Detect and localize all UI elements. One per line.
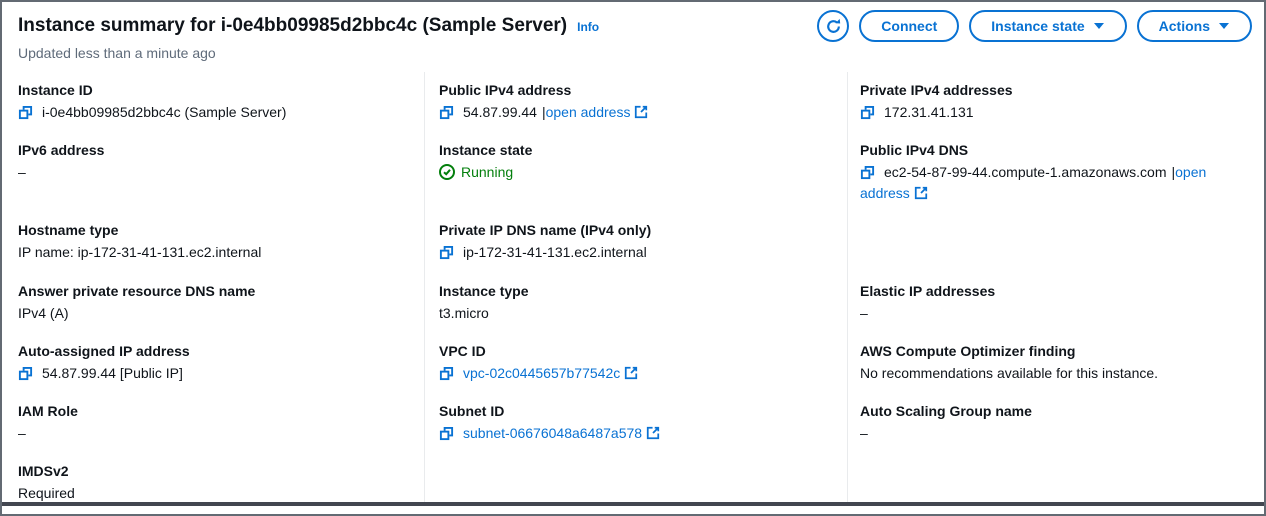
field-label: Auto Scaling Group name	[860, 401, 1252, 421]
field-label: Private IPv4 addresses	[860, 80, 1252, 100]
copy-icon[interactable]	[18, 105, 33, 120]
field-value: 172.31.41.131	[884, 104, 974, 120]
open-address-link[interactable]: open address	[546, 104, 631, 120]
field-label: AWS Compute Optimizer finding	[860, 341, 1252, 361]
field-auto-assigned-ip: Auto-assigned IP address 54.87.99.44 [Pu…	[18, 333, 408, 393]
field-private-ipv4-addresses: Private IPv4 addresses 172.31.41.131	[860, 72, 1252, 132]
vpc-id-link[interactable]: vpc-02c0445657b77542c	[463, 365, 620, 381]
field-instance-type: Instance type t3.micro	[439, 273, 833, 333]
copy-icon[interactable]	[439, 105, 454, 120]
field-value: ec2-54-87-99-44.compute-1.amazonaws.com	[884, 164, 1166, 180]
field-label: Instance state	[439, 140, 833, 160]
field-label: VPC ID	[439, 341, 833, 361]
summary-grid: Instance ID i-0e4bb09985d2bbc4c (Sample …	[2, 72, 1264, 502]
external-link-icon	[914, 186, 928, 200]
field-elastic-ip-addresses: Elastic IP addresses –	[860, 273, 1252, 333]
field-label: Private IP DNS name (IPv4 only)	[439, 220, 833, 240]
instance-summary-panel: Instance summary for i-0e4bb09985d2bbc4c…	[0, 0, 1266, 516]
field-label: IPv6 address	[18, 140, 408, 160]
field-public-ipv4-address: Public IPv4 address 54.87.99.44|open add…	[439, 72, 833, 132]
copy-icon[interactable]	[860, 165, 875, 180]
field-label: Answer private resource DNS name	[18, 281, 408, 301]
copy-icon[interactable]	[439, 426, 454, 441]
field-label: Public IPv4 address	[439, 80, 833, 100]
summary-column-3: Private IPv4 addresses 172.31.41.131 Pub…	[848, 72, 1264, 502]
field-subnet-id: Subnet ID subnet-06676048a6487a578	[439, 393, 833, 453]
field-value: –	[860, 423, 1252, 444]
field-auto-scaling-group-name: Auto Scaling Group name –	[860, 393, 1252, 453]
caret-down-icon	[1218, 22, 1230, 30]
field-label: Auto-assigned IP address	[18, 341, 408, 361]
status-running-icon	[439, 164, 455, 180]
actions-bar: Connect Instance state Actions	[817, 10, 1252, 42]
field-label: IAM Role	[18, 401, 408, 421]
field-value: Required	[18, 483, 408, 504]
field-iam-role: IAM Role –	[18, 393, 408, 453]
field-private-ip-dns-name: Private IP DNS name (IPv4 only) ip-172-3…	[439, 212, 833, 273]
field-label: Public IPv4 DNS	[860, 140, 1252, 160]
field-value: i-0e4bb09985d2bbc4c (Sample Server)	[42, 104, 286, 120]
field-instance-state: Instance state Running	[439, 132, 833, 212]
instance-state-label: Instance state	[991, 18, 1084, 34]
field-value: 54.87.99.44	[463, 104, 537, 120]
external-link-icon	[634, 105, 648, 119]
field-label: Subnet ID	[439, 401, 833, 421]
refresh-button[interactable]	[817, 10, 849, 42]
field-value: IPv4 (A)	[18, 303, 408, 324]
actions-label: Actions	[1159, 18, 1210, 34]
external-link-icon	[624, 366, 638, 380]
instance-state-dropdown[interactable]: Instance state	[969, 10, 1126, 42]
field-public-ipv4-dns: Public IPv4 DNS ec2-54-87-99-44.compute-…	[860, 132, 1252, 273]
field-label: Instance ID	[18, 80, 408, 100]
field-hostname-type: Hostname type IP name: ip-172-31-41-131.…	[18, 212, 408, 273]
updated-timestamp: Updated less than a minute ago	[18, 44, 1248, 62]
summary-column-2: Public IPv4 address 54.87.99.44|open add…	[425, 72, 848, 502]
field-imdsv2: IMDSv2 Required	[18, 453, 408, 504]
instance-state-value: Running	[461, 164, 513, 180]
copy-icon[interactable]	[860, 105, 875, 120]
field-label: Elastic IP addresses	[860, 281, 1252, 301]
refresh-icon	[825, 18, 842, 35]
copy-icon[interactable]	[18, 366, 33, 381]
field-instance-id: Instance ID i-0e4bb09985d2bbc4c (Sample …	[18, 72, 408, 132]
field-label: IMDSv2	[18, 461, 408, 481]
connect-button[interactable]: Connect	[859, 10, 959, 42]
field-vpc-id: VPC ID vpc-02c0445657b77542c	[439, 333, 833, 393]
field-value: 54.87.99.44 [Public IP]	[42, 365, 183, 381]
external-link-icon	[646, 426, 660, 440]
actions-dropdown[interactable]: Actions	[1137, 10, 1252, 42]
field-ipv6-address: IPv6 address –	[18, 132, 408, 212]
field-label: Instance type	[439, 281, 833, 301]
summary-column-1: Instance ID i-0e4bb09985d2bbc4c (Sample …	[2, 72, 425, 502]
field-value: IP name: ip-172-31-41-131.ec2.internal	[18, 242, 408, 263]
page-title: Instance summary for i-0e4bb09985d2bbc4c…	[18, 14, 567, 38]
connect-button-label: Connect	[881, 18, 937, 34]
field-value: No recommendations available for this in…	[860, 363, 1252, 384]
copy-icon[interactable]	[439, 366, 454, 381]
field-label: Hostname type	[18, 220, 408, 240]
field-value: –	[18, 162, 408, 183]
info-link[interactable]: Info	[577, 20, 599, 34]
caret-down-icon	[1093, 22, 1105, 30]
field-answer-private-resource-dns: Answer private resource DNS name IPv4 (A…	[18, 273, 408, 333]
field-value: t3.micro	[439, 303, 833, 324]
field-compute-optimizer-finding: AWS Compute Optimizer finding No recomme…	[860, 333, 1252, 393]
copy-icon[interactable]	[439, 245, 454, 260]
field-value: ip-172-31-41-131.ec2.internal	[463, 244, 647, 260]
field-value: –	[860, 303, 1252, 324]
panel-bottom-divider	[2, 502, 1264, 506]
field-value: –	[18, 423, 408, 444]
subnet-id-link[interactable]: subnet-06676048a6487a578	[463, 425, 642, 441]
